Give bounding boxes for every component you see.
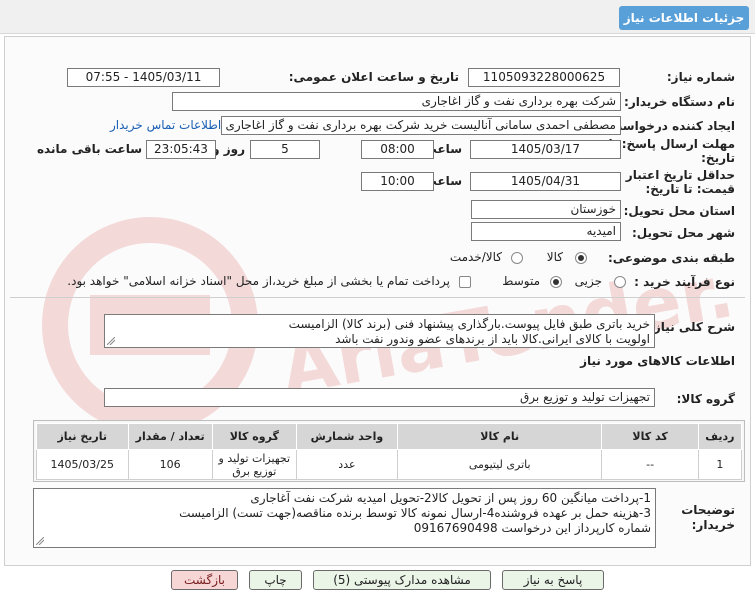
- process-minor-label: جزیی: [574, 274, 602, 288]
- goods-group-field: تجهیزات تولید و توزیع برق: [104, 388, 655, 407]
- reply-button[interactable]: پاسخ به نیاز: [502, 570, 604, 590]
- city-label: شهر محل تحویل:: [631, 226, 735, 240]
- province-field: خوزستان: [471, 200, 621, 219]
- process-medium-label: متوسط: [502, 274, 540, 288]
- print-button[interactable]: چاپ: [249, 570, 302, 590]
- column-header: گروه کالا: [211, 423, 297, 450]
- buyer-notes-line1: 1-پرداخت میانگین 60 روز پس از تحویل کالا…: [250, 491, 651, 505]
- price-validity-date-field: 1405/04/31: [470, 172, 621, 191]
- cell-row-number: 1: [697, 449, 743, 480]
- announce-datetime-field: 1405/03/11 - 07:55: [67, 68, 220, 87]
- general-description-label: شرح کلی نیاز:: [649, 320, 735, 334]
- buyer-org-label: نام دستگاه خریدار:: [624, 95, 735, 109]
- category-goods-service-radio[interactable]: [511, 252, 523, 264]
- general-description-line2: اولویت با کالای ایرانی.کالا باید از برند…: [335, 332, 650, 346]
- buyer-notes-line3: شماره کارپرداز این درخواست 09167690498: [413, 521, 651, 535]
- category-goods-label: کالا: [546, 250, 563, 264]
- remaining-days-label: روز و: [212, 142, 245, 156]
- price-validity-label-line1: حداقل تاریخ اعتبار: [625, 168, 735, 182]
- window-title: جزئیات اطلاعات نیاز: [619, 6, 749, 30]
- general-description-text: خرید باتری طبق فایل پیوست.بارگذاری پیشنه…: [104, 314, 655, 348]
- reply-deadline-date-field: 1405/03/17: [470, 140, 621, 159]
- general-description-line1: خرید باتری طبق فایل پیوست.بارگذاری پیشنه…: [288, 317, 650, 331]
- goods-group-label: گروه کالا:: [676, 392, 735, 406]
- cell-code: --: [601, 449, 699, 480]
- buyer-notes-label-line2: خریدار:: [691, 518, 735, 532]
- view-attachments-button[interactable]: مشاهده مدارک پیوستی (5): [313, 570, 491, 590]
- category-label: طبقه بندی موضوعی:: [607, 251, 735, 265]
- cell-group: تجهیزات تولید و توزیع برق: [211, 449, 297, 480]
- goods-table-container: ردیف کد کالا نام کالا واحد شمارش گروه کا…: [33, 420, 745, 482]
- process-type-label: نوع فرآیند خرید :: [634, 275, 735, 289]
- buyer-notes-text: 1-پرداخت میانگین 60 روز پس از تحویل کالا…: [33, 488, 656, 548]
- city-field: امیدیه: [471, 222, 621, 241]
- cell-need-date: 1405/03/25: [36, 449, 129, 480]
- resize-handle-icon[interactable]: [107, 337, 115, 345]
- buyer-org-field: شرکت بهره برداری نفت و گاز اغاجاری: [172, 92, 621, 111]
- process-minor-radio[interactable]: [614, 276, 626, 288]
- creator-label: ایجاد کننده درخواست:: [605, 119, 735, 133]
- column-header: نام کالا: [396, 423, 603, 450]
- remaining-time-field: 23:05:43: [146, 140, 216, 159]
- remaining-days-field: 5: [250, 140, 320, 159]
- category-goods-radio[interactable]: [575, 252, 587, 264]
- price-validity-time-field: 10:00: [361, 172, 434, 191]
- buyer-contact-link[interactable]: اطلاعات تماس خریدار: [110, 118, 221, 132]
- price-validity-label-line2: قیمت: تا تاریخ:: [645, 182, 735, 196]
- back-button[interactable]: بازگشت: [171, 570, 238, 590]
- column-header: تاریخ نیاز: [36, 423, 129, 450]
- resize-handle-icon[interactable]: [36, 537, 44, 545]
- need-number-label: شماره نیاز:: [666, 70, 735, 84]
- buyer-notes-line2: 3-هزینه حمل بر عهده فروشنده4-ارسال نمونه…: [179, 506, 651, 520]
- column-header: کد کالا: [601, 423, 699, 450]
- treasury-note: پرداخت تمام یا بخشی از مبلغ خرید،از محل …: [67, 274, 450, 288]
- process-medium-radio[interactable]: [550, 276, 562, 288]
- reply-deadline-label-line1: مهلت ارسال پاسخ: تا: [608, 137, 736, 151]
- goods-section-title: اطلاعات کالاهای مورد نیاز: [580, 354, 735, 368]
- buyer-notes-label-line1: توضیحات: [681, 503, 735, 517]
- need-number-field: 1105093228000625: [468, 68, 620, 87]
- announce-datetime-label: تاریخ و ساعت اعلان عمومی:: [288, 70, 459, 84]
- divider: [10, 297, 745, 298]
- cell-name: باتری لیتیومی: [396, 449, 603, 480]
- cell-quantity: 106: [127, 449, 213, 480]
- creator-field: مصطفی احمدی سامانی آنالیست خرید شرکت بهر…: [221, 116, 621, 135]
- reply-deadline-label-line2: تاریخ:: [701, 151, 735, 165]
- treasury-checkbox[interactable]: [459, 276, 471, 288]
- column-header: ردیف: [697, 423, 743, 450]
- category-goods-service-label: کالا/خدمت: [449, 250, 502, 264]
- table-row[interactable]: 1 -- باتری لیتیومی عدد تجهیزات تولید و ت…: [36, 449, 743, 480]
- province-label: استان محل تحویل:: [623, 204, 735, 218]
- reply-deadline-time-field: 08:00: [361, 140, 434, 159]
- cell-unit: عدد: [295, 449, 398, 480]
- remaining-time-label: ساعت باقی مانده: [36, 142, 142, 156]
- column-header: واحد شمارش: [295, 423, 398, 450]
- goods-table: ردیف کد کالا نام کالا واحد شمارش گروه کا…: [36, 423, 743, 480]
- column-header: تعداد / مقدار: [127, 423, 213, 450]
- title-bar: جزئیات اطلاعات نیاز: [0, 0, 755, 34]
